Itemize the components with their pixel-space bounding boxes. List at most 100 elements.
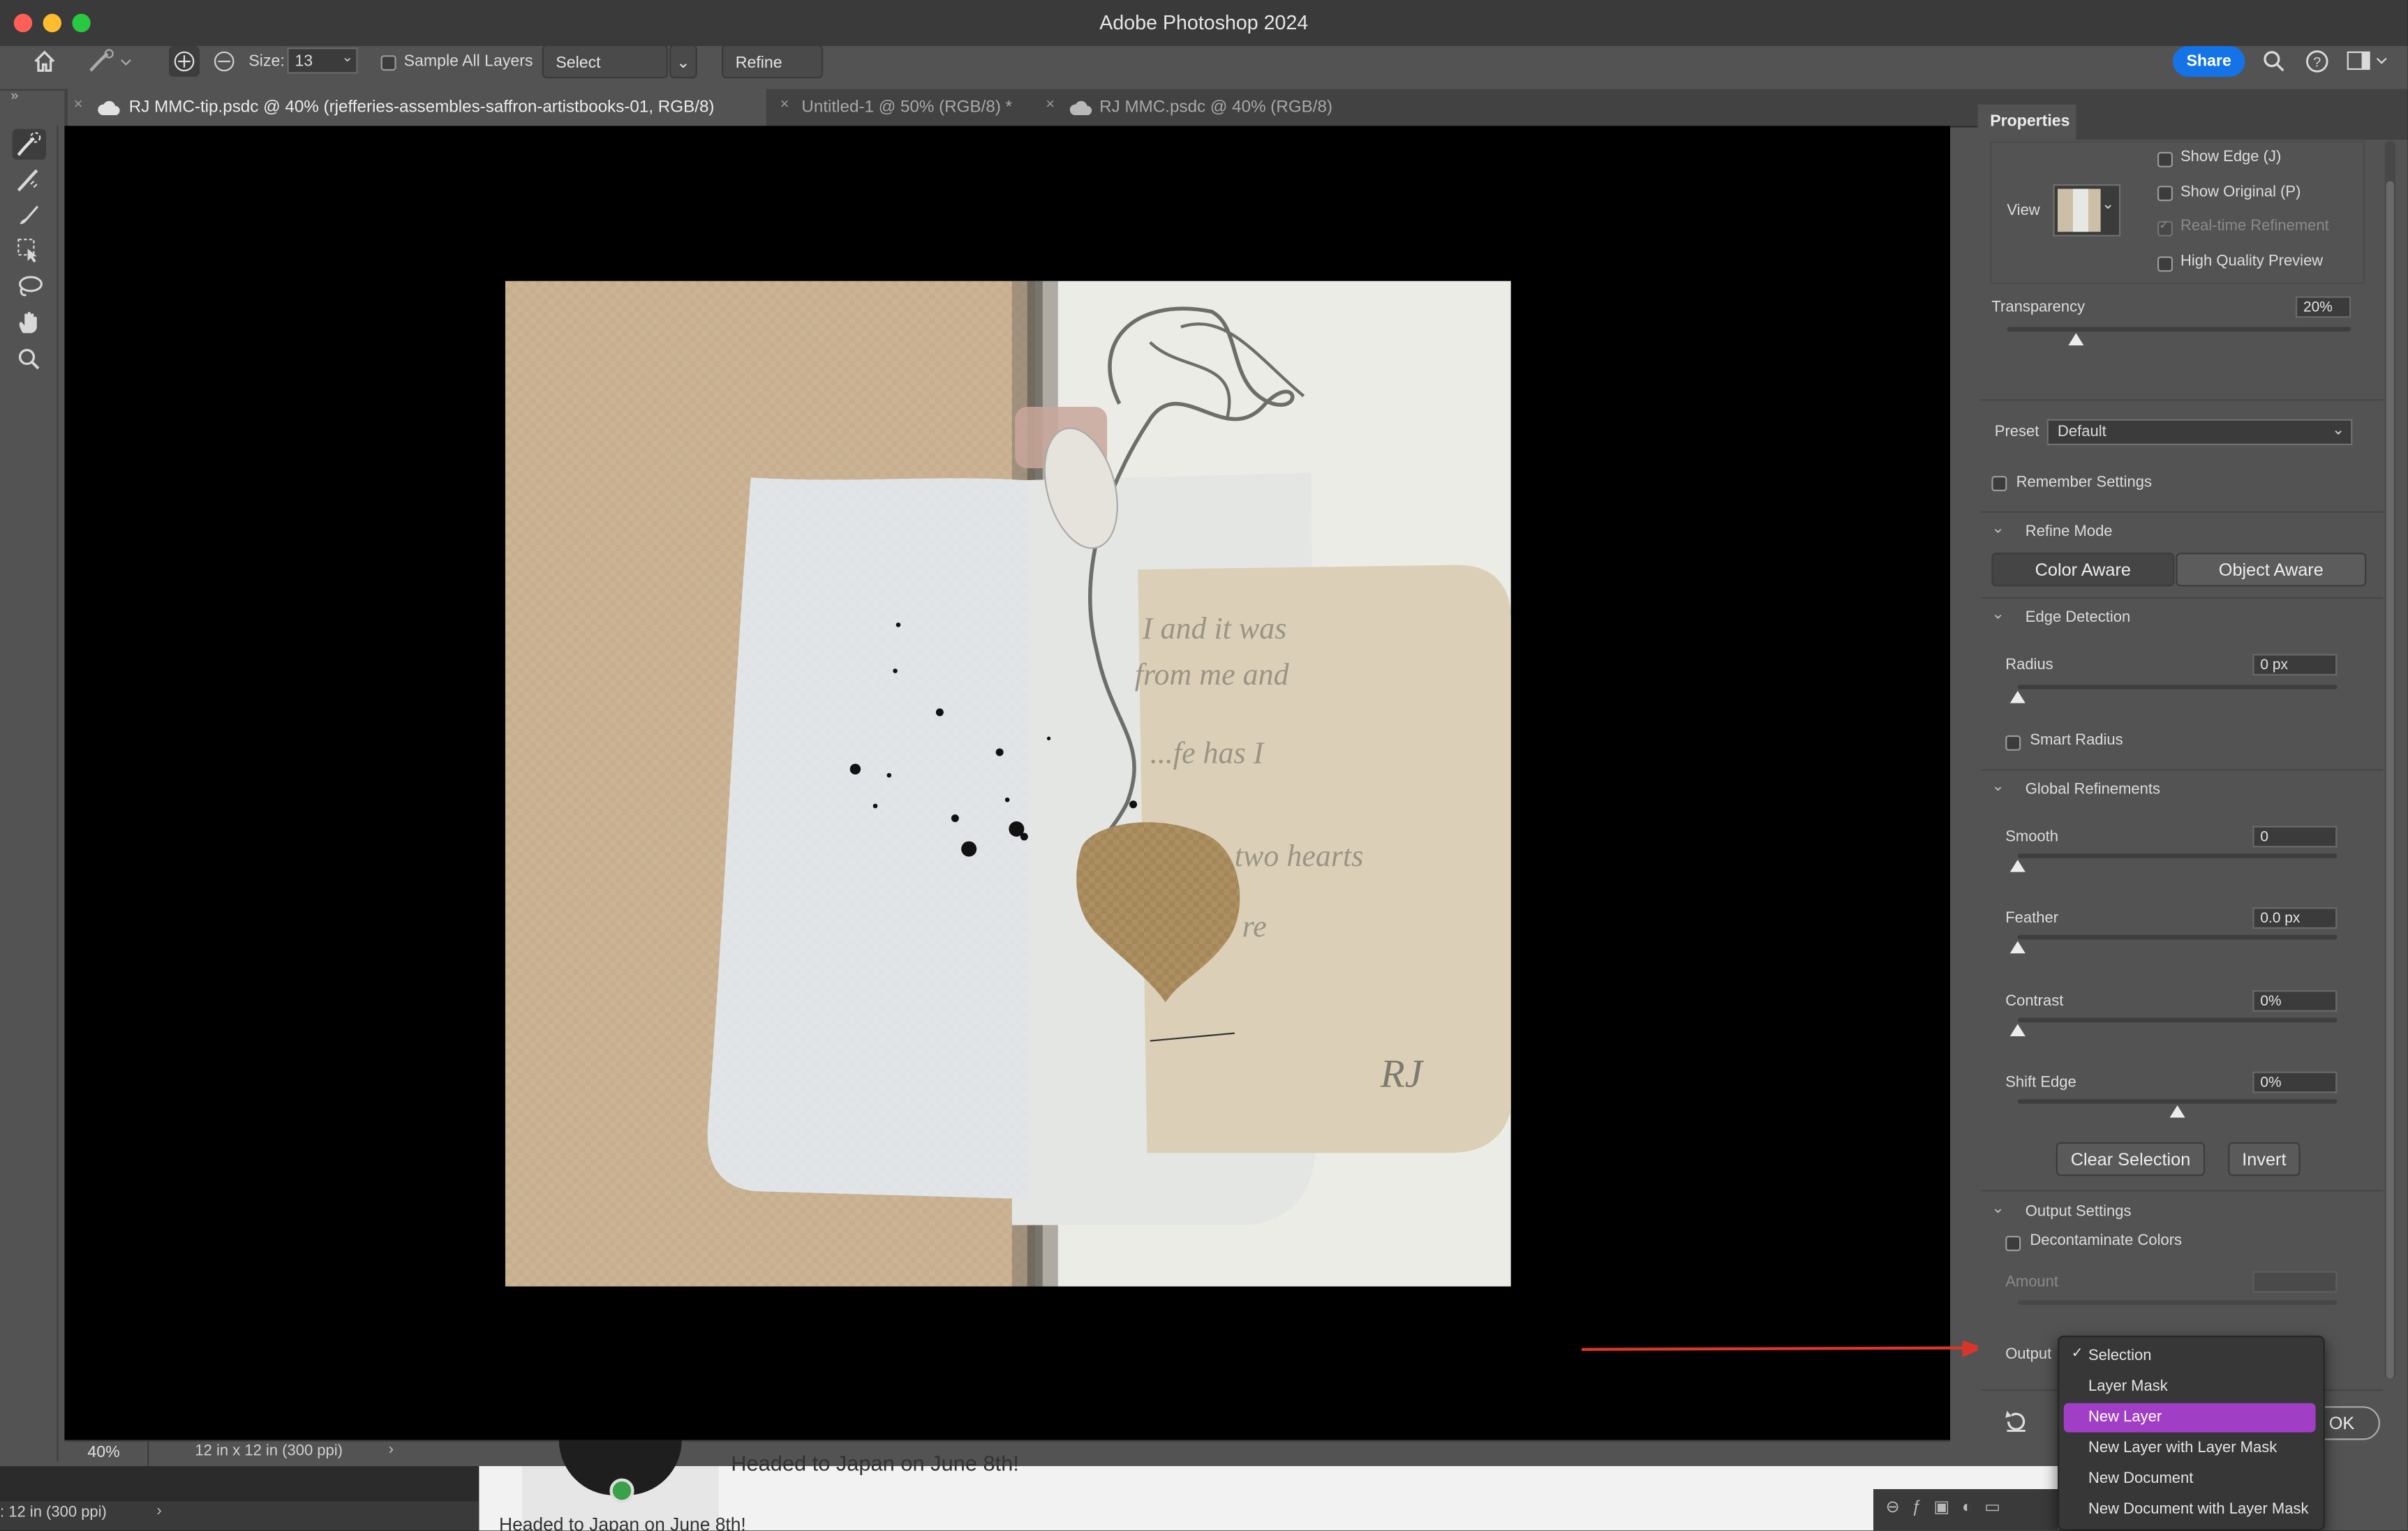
menu-item-selection[interactable]: Selection: [2064, 1342, 2316, 1371]
shift-edge-slider[interactable]: [2017, 1099, 2338, 1104]
collapse-chevron-icon[interactable]: ⌄: [1991, 1200, 2004, 1217]
handwriting-line: two hearts: [1235, 839, 1364, 873]
clear-selection-button[interactable]: Clear Selection: [2056, 1142, 2206, 1177]
show-edge-checkbox[interactable]: [2157, 151, 2173, 167]
tab-untitled-1[interactable]: Untitled-1 @ 50% (RGB/8) *: [801, 89, 1012, 126]
reset-icon[interactable]: [2002, 1407, 2030, 1435]
refine-mode-header[interactable]: Refine Mode: [2026, 523, 2113, 540]
contrast-field[interactable]: 0%: [2252, 990, 2338, 1012]
preset-dropdown[interactable]: Default ⌄: [2046, 419, 2353, 445]
contrast-label: Contrast: [2005, 993, 2064, 1010]
color-aware-button[interactable]: Color Aware: [1991, 553, 2175, 587]
chevron-down-icon: ⌄: [676, 54, 690, 73]
radius-slider-thumb[interactable]: [2009, 691, 2026, 703]
subtract-from-selection-icon[interactable]: [209, 46, 239, 77]
quick-selection-tool-preset-icon[interactable]: [86, 47, 132, 75]
menu-item-new-layer[interactable]: New Layer: [2063, 1403, 2316, 1433]
collapse-chevron-icon[interactable]: ⌄: [1991, 778, 2004, 795]
close-tab-icon[interactable]: ×: [780, 97, 789, 114]
handwriting-line: from me and: [1135, 657, 1290, 692]
menu-item-layer-mask[interactable]: Layer Mask: [2064, 1373, 2316, 1402]
brush-size-field[interactable]: 13 ⌄: [287, 47, 358, 74]
view-mode-dropdown[interactable]: ⌄: [2053, 184, 2121, 237]
help-icon[interactable]: ?: [2303, 47, 2331, 75]
close-tab-icon[interactable]: ×: [74, 97, 83, 114]
share-button[interactable]: Share: [2173, 46, 2245, 77]
feather-slider-thumb[interactable]: [2009, 941, 2026, 954]
cloud-document-icon: [97, 97, 121, 115]
feather-field[interactable]: 0.0 px: [2252, 907, 2338, 929]
object-selection-tool-icon[interactable]: [13, 235, 46, 266]
select-subject-dropdown[interactable]: ⌄: [669, 44, 697, 79]
menu-item-new-layer-with-mask[interactable]: New Layer with Layer Mask: [2064, 1434, 2316, 1463]
zoom-level[interactable]: 40%: [87, 1443, 119, 1461]
shift-edge-field[interactable]: 0%: [2252, 1071, 2338, 1093]
radius-field[interactable]: 0 px: [2252, 654, 2338, 675]
select-subject-button[interactable]: Select Subject: [542, 44, 668, 106]
transparency-slider[interactable]: [2007, 327, 2351, 332]
hand-tool-icon[interactable]: [13, 307, 46, 338]
feather-slider[interactable]: [2017, 934, 2338, 940]
smooth-slider-thumb[interactable]: [2009, 860, 2026, 872]
amount-field[interactable]: [2252, 1271, 2338, 1293]
artwork-image: I and it was from me and ...fe has I two…: [505, 281, 1511, 1287]
collapse-chevron-icon[interactable]: ⌄: [1991, 606, 2004, 623]
smooth-field[interactable]: 0: [2252, 826, 2338, 848]
sample-all-layers-checkbox[interactable]: [380, 55, 396, 71]
collapse-chevron-icon[interactable]: ⌄: [1991, 521, 2004, 537]
remember-settings-checkbox[interactable]: [1991, 476, 2007, 491]
chevron-down-icon: ⌄: [2101, 196, 2115, 214]
global-refinements-header[interactable]: Global Refinements: [2026, 782, 2160, 798]
home-icon[interactable]: [31, 47, 59, 75]
high-quality-preview-label: High Quality Preview: [2180, 253, 2324, 271]
expand-toolbar-icon[interactable]: »: [10, 87, 18, 103]
menu-item-new-document[interactable]: New Document: [2064, 1465, 2316, 1494]
quick-selection-tool-icon[interactable]: [12, 128, 47, 160]
show-original-label: Show Original (P): [2180, 184, 2301, 202]
radius-slider[interactable]: [2017, 685, 2338, 689]
handwriting-line: I and it was: [1142, 611, 1287, 645]
invert-button[interactable]: Invert: [2228, 1142, 2301, 1177]
show-edge-label: Show Edge (J): [2180, 149, 2282, 166]
status-divider: [147, 1440, 149, 1466]
tab-rj-mmc-tip[interactable]: RJ MMC-tip.psdc @ 40% (rjefferies-assemb…: [129, 89, 715, 126]
close-tab-icon[interactable]: ×: [1046, 97, 1055, 114]
output-settings-header[interactable]: Output Settings: [2026, 1204, 2132, 1220]
section-divider: [1981, 769, 2384, 771]
shift-edge-slider-thumb[interactable]: [2169, 1105, 2185, 1118]
smart-radius-checkbox[interactable]: [2005, 735, 2021, 751]
high-quality-preview-checkbox[interactable]: [2157, 256, 2173, 272]
window-title: Adobe Photoshop 2024: [1099, 10, 1309, 34]
contrast-slider-thumb[interactable]: [2009, 1024, 2026, 1036]
show-original-checkbox[interactable]: [2157, 186, 2173, 202]
refine-edge-brush-icon[interactable]: [13, 164, 46, 195]
chevron-right-icon[interactable]: ›: [389, 1442, 394, 1458]
workspace-icon[interactable]: [2347, 49, 2390, 73]
object-aware-button[interactable]: Object Aware: [2176, 553, 2367, 587]
document-size: 12 in x 12 in (300 ppi): [195, 1443, 343, 1461]
search-icon[interactable]: [2260, 47, 2288, 75]
refine-hair-button[interactable]: Refine Hair: [722, 44, 824, 106]
tab-rj-mmc[interactable]: RJ MMC.psdc @ 40% (RGB/8): [1099, 89, 1332, 126]
background-caption: Headed to Japan on June 8th!: [731, 1451, 1019, 1476]
transparency-field[interactable]: 20%: [2296, 296, 2351, 318]
zoom-tool-icon[interactable]: [13, 344, 46, 375]
chevron-down-icon[interactable]: ⌄: [341, 49, 353, 66]
edge-detection-header[interactable]: Edge Detection: [2026, 609, 2130, 626]
smooth-slider[interactable]: [2017, 853, 2338, 858]
lasso-tool-icon[interactable]: [13, 271, 46, 302]
amount-slider[interactable]: [2017, 1300, 2338, 1305]
panel-scrollbar-thumb[interactable]: [2386, 181, 2394, 1379]
contrast-slider[interactable]: [2017, 1017, 2338, 1023]
brush-tool-icon[interactable]: [13, 200, 46, 230]
transparency-slider-thumb[interactable]: [2067, 333, 2083, 345]
section-divider: [1981, 1190, 2384, 1192]
view-label: View: [2007, 202, 2040, 220]
realtime-refinement-checkbox[interactable]: ✓: [2157, 218, 2173, 237]
photoshop-app: Adobe Photoshop 2024 Size: 13 ⌄ Sample A…: [0, 0, 2408, 1531]
add-to-selection-icon[interactable]: [169, 46, 200, 77]
decontaminate-colors-checkbox[interactable]: [2005, 1236, 2021, 1251]
menu-item-new-document-with-mask[interactable]: New Document with Layer Mask: [2064, 1495, 2316, 1525]
handwriting-line: ...fe has I: [1150, 735, 1265, 770]
preset-label: Preset: [1994, 424, 2039, 441]
